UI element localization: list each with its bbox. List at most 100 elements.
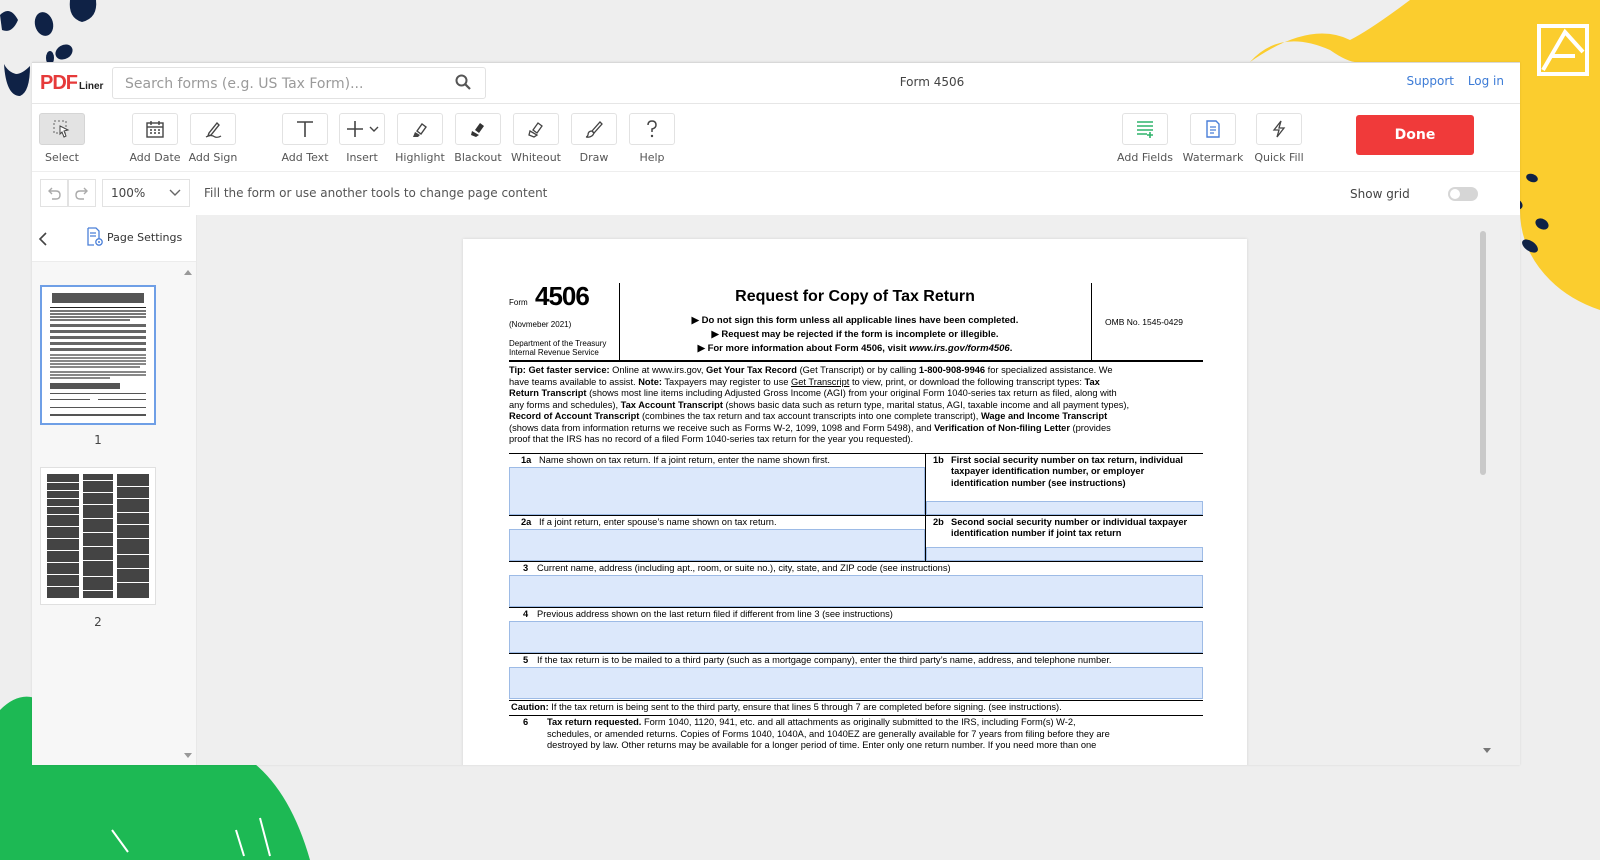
tip-text-9: (shows basic data such as return type, m…	[722, 399, 1130, 410]
login-link[interactable]: Log in	[1468, 74, 1504, 88]
highlighter-icon	[413, 123, 427, 137]
redo-button[interactable]	[68, 179, 96, 207]
page-settings-icon	[87, 227, 103, 246]
zoom-select[interactable]: 100%	[102, 179, 190, 207]
tip-text-1: Online at www.irs.gov,	[609, 365, 707, 375]
tip-text-8: any forms and schedules),	[509, 399, 621, 410]
line-6-number: 6	[523, 717, 529, 727]
tip-record-account: Record of Account Transcript	[509, 411, 640, 421]
second-ssn-field[interactable]	[926, 547, 1203, 561]
line-2b-label: Second social security number or individ…	[951, 517, 1188, 539]
tip-line-7: proof that the IRS has no record of a fi…	[509, 434, 914, 444]
document-canvas: Form 4506 (Novmeber 2021) Department of …	[197, 215, 1520, 765]
support-link[interactable]: Support	[1407, 74, 1454, 88]
calendar-icon	[146, 121, 164, 138]
form-notice-3: ▶ For more information about Form 4506, …	[623, 343, 1087, 354]
pdfliner-logo[interactable]: PDF Liner	[40, 71, 103, 95]
page-number-1: 1	[94, 433, 102, 447]
canvas-scrollbar[interactable]	[1478, 231, 1488, 757]
form-label: Form	[509, 298, 528, 307]
current-address-field[interactable]	[509, 575, 1203, 607]
chevron-left-icon[interactable]	[34, 229, 54, 249]
lightning-bolt-icon	[1272, 120, 1286, 138]
form-title: Request for Copy of Tax Return	[735, 288, 975, 305]
select-tool-button[interactable]: Select	[32, 113, 94, 164]
line-1a-label: Name shown on tax return. If a joint ret…	[539, 455, 830, 465]
add-fields-button[interactable]: Add Fields	[1113, 113, 1177, 164]
main-toolbar: Select Add Date Add Sign Add Text Insert…	[32, 103, 1520, 172]
highlight-button[interactable]: Highlight	[388, 113, 452, 164]
tip-text-11: (shows data from information returns we …	[509, 422, 935, 433]
tip-line-6: (shows data from information returns we …	[509, 423, 1203, 434]
draw-label: Draw	[579, 151, 609, 164]
decor-dots-right	[1508, 173, 1549, 271]
page-thumbnail-2[interactable]	[40, 467, 156, 605]
tip-line-2: have teams available to assist. Note: Ta…	[509, 377, 1203, 388]
caution-label: Caution:	[511, 702, 549, 712]
search-input[interactable]	[123, 68, 447, 100]
whiteout-button[interactable]: Whiteout	[504, 113, 568, 164]
pdf-editor-window: PDF Liner Form 4506 Support Log in Selec…	[32, 62, 1520, 765]
redo-icon	[75, 187, 88, 200]
page-thumbnail-1[interactable]	[40, 285, 156, 425]
canvas-scroll-thumb[interactable]	[1480, 231, 1486, 475]
line-6-title: Tax return requested.	[547, 717, 642, 727]
line-3-label: Current name, address (including apt., r…	[537, 563, 951, 573]
logo-main-text: PDF	[40, 72, 78, 94]
line-6-body-1: Form 1040, 1120, 941, etc. and all attac…	[641, 717, 1076, 727]
scroll-down-arrow-icon[interactable]	[1482, 747, 1492, 755]
add-text-label: Add Text	[281, 151, 329, 164]
pages-sidebar: Page Settings 1 2	[32, 215, 197, 765]
tip-line-3: Return Transcript (shows most line items…	[509, 388, 1203, 399]
add-text-button[interactable]: Add Text	[273, 113, 337, 164]
blackout-label: Blackout	[454, 151, 502, 164]
previous-address-field[interactable]	[509, 621, 1203, 653]
line-1b-number: 1b	[933, 455, 944, 465]
dept-line-2: Internal Revenue Service	[509, 348, 599, 357]
done-button[interactable]: Done	[1356, 115, 1474, 155]
draw-button[interactable]: Draw	[562, 113, 626, 164]
name-on-return-field[interactable]	[509, 467, 925, 515]
tip-tax-word: Tax	[1084, 376, 1100, 387]
tip-text-2: (Get Transcript) or by calling	[796, 365, 919, 375]
show-grid-toggle[interactable]	[1448, 187, 1478, 201]
tip-account-transcript: Tax Account Transcript	[620, 399, 723, 410]
sidebar-scrollbar[interactable]	[182, 267, 194, 761]
help-label: Help	[639, 151, 665, 164]
chevron-down-icon	[369, 126, 379, 132]
line-2a-label: If a joint return, enter spouse’s name s…	[539, 517, 777, 527]
blackout-eraser-icon	[471, 123, 484, 137]
blackout-button[interactable]: Blackout	[446, 113, 510, 164]
tip-phone: 1-800-908-9946	[918, 365, 986, 375]
line-2a-number: 2a	[521, 517, 532, 527]
search-icon[interactable]	[455, 74, 471, 90]
search-box	[112, 67, 486, 100]
signature-pen-icon	[205, 121, 222, 138]
first-ssn-field[interactable]	[926, 501, 1203, 515]
notice-3-link[interactable]: www.irs.gov/form4506	[909, 343, 1010, 354]
tip-line-5: Record of Account Transcript (combines t…	[509, 411, 1203, 422]
add-date-button[interactable]: Add Date	[123, 113, 187, 164]
omb-number: OMB No. 1545-0429	[1105, 317, 1183, 327]
line-1b-label: First social security number on tax retu…	[951, 455, 1183, 488]
page-settings-button[interactable]: Page Settings	[86, 227, 182, 247]
watermark-button[interactable]: Watermark	[1181, 113, 1245, 164]
text-t-icon	[297, 121, 313, 137]
tip-text-10: (combines the tax return and tax account…	[639, 411, 981, 421]
caution-body: If the tax return is being sent to the t…	[548, 702, 1062, 712]
get-transcript-link[interactable]: Get Transcript	[791, 377, 849, 387]
quick-fill-button[interactable]: Quick Fill	[1247, 113, 1311, 164]
help-button[interactable]: Help	[620, 113, 684, 164]
third-party-field[interactable]	[509, 667, 1203, 699]
insert-dropdown-button[interactable]: Insert	[330, 113, 394, 164]
decor-logo-mark-icon	[1537, 24, 1589, 76]
logo-sub-text: Liner	[79, 81, 104, 92]
tip-text-5: Taxpayers may register to use	[661, 376, 791, 387]
tip-wage-income: Wage and Income Transcript	[980, 411, 1108, 421]
add-sign-button[interactable]: Add Sign	[181, 113, 245, 164]
line-3-number: 3	[523, 563, 529, 573]
tip-return-transcript: Return Transcript	[509, 388, 587, 398]
spouse-name-field[interactable]	[509, 529, 925, 561]
undo-button[interactable]	[40, 179, 68, 207]
watermark-label: Watermark	[1182, 151, 1244, 164]
